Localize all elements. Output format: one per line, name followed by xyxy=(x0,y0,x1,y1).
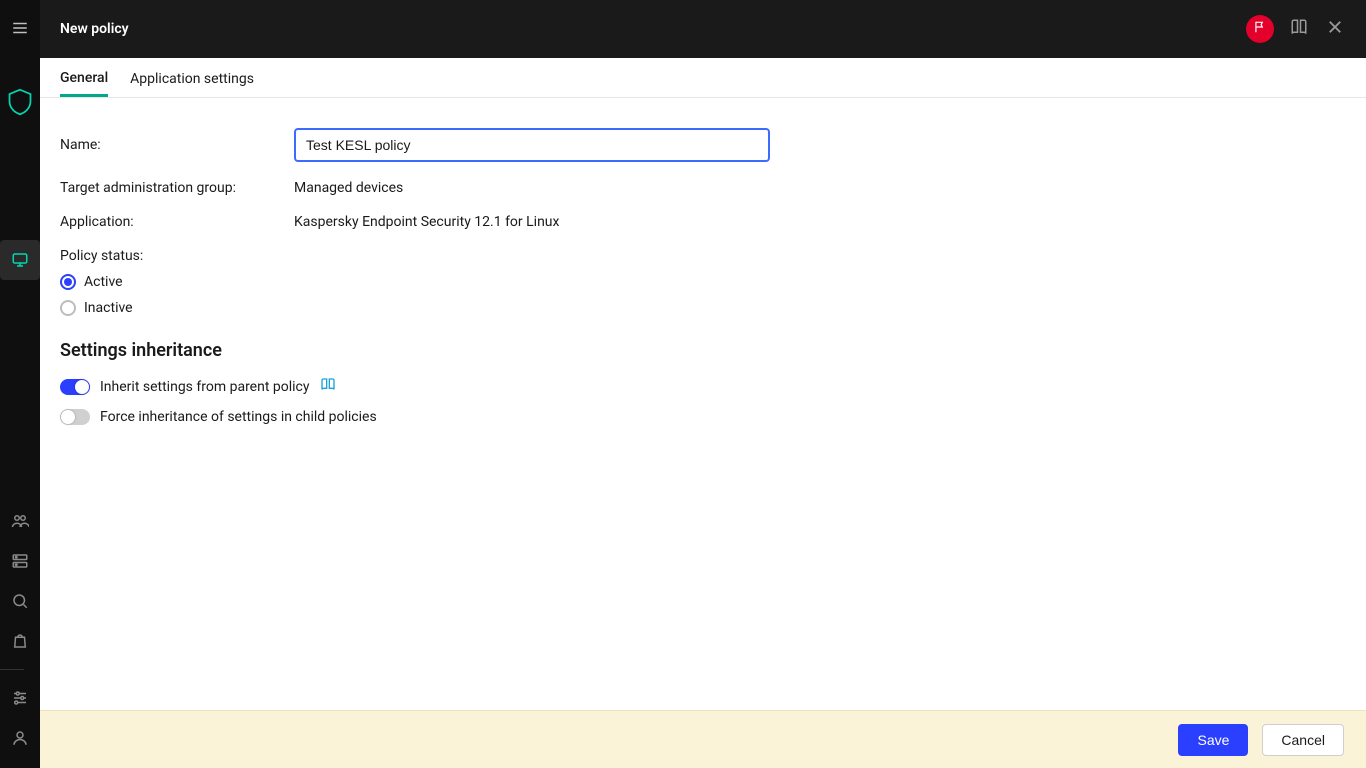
policy-status-block: Policy status: Active Inactive xyxy=(60,248,1346,316)
monitor-icon xyxy=(11,251,29,269)
rail-item-settings[interactable] xyxy=(0,678,40,718)
radio-indicator xyxy=(60,274,76,290)
flag-icon xyxy=(1253,20,1267,38)
toggle-inherit-parent: Inherit settings from parent policy xyxy=(60,377,1346,397)
dialog-tabs: General Application settings xyxy=(40,58,1366,98)
users-icon xyxy=(11,512,29,530)
feedback-button[interactable] xyxy=(1246,15,1274,43)
help-button[interactable] xyxy=(1288,18,1310,40)
cancel-button[interactable]: Cancel xyxy=(1262,724,1344,756)
rail-item-server[interactable] xyxy=(0,541,40,581)
book-icon xyxy=(1290,18,1308,40)
tab-application-settings[interactable]: Application settings xyxy=(130,61,254,97)
label-target: Target administration group: xyxy=(60,180,294,196)
person-icon xyxy=(11,729,29,747)
toggle-label: Force inheritance of settings in child p… xyxy=(100,409,377,425)
radio-label: Active xyxy=(84,274,123,290)
new-policy-dialog: New policy General Application settings xyxy=(40,0,1366,768)
heading-settings-inheritance: Settings inheritance xyxy=(60,340,1346,361)
switch-inherit-parent[interactable] xyxy=(60,379,90,395)
row-name: Name: xyxy=(60,128,1346,162)
close-icon xyxy=(1326,18,1344,40)
value-application: Kaspersky Endpoint Security 12.1 for Lin… xyxy=(294,214,559,230)
radio-inactive[interactable]: Inactive xyxy=(60,300,1346,316)
rail-item-devices[interactable] xyxy=(0,240,40,280)
toggle-force-inherit: Force inheritance of settings in child p… xyxy=(60,409,1346,425)
sliders-icon xyxy=(11,689,29,707)
radio-label: Inactive xyxy=(84,300,133,316)
rail-item-users[interactable] xyxy=(0,501,40,541)
close-button[interactable] xyxy=(1324,18,1346,40)
tab-general[interactable]: General xyxy=(60,60,108,97)
app-logo xyxy=(6,88,34,120)
search-icon xyxy=(11,592,29,610)
server-icon xyxy=(11,552,29,570)
radio-indicator xyxy=(60,300,76,316)
radio-active[interactable]: Active xyxy=(60,274,1346,290)
menu-icon xyxy=(11,19,29,37)
row-target: Target administration group: Managed dev… xyxy=(60,180,1346,196)
policy-name-input[interactable] xyxy=(294,128,770,162)
save-button[interactable]: Save xyxy=(1178,724,1248,756)
label-name: Name: xyxy=(60,137,294,153)
rail-lower-group xyxy=(0,501,40,768)
value-target: Managed devices xyxy=(294,180,403,196)
label-policy-status: Policy status: xyxy=(60,248,1346,264)
tab-label: General xyxy=(60,70,108,86)
dialog-content: Name: Target administration group: Manag… xyxy=(40,98,1366,710)
dialog-header-actions xyxy=(1246,15,1346,43)
rail-item-search[interactable] xyxy=(0,581,40,621)
left-rail xyxy=(0,0,40,768)
row-application: Application: Kaspersky Endpoint Security… xyxy=(60,214,1346,230)
menu-button[interactable] xyxy=(0,8,40,48)
dialog-footer: Save Cancel xyxy=(40,710,1366,768)
rail-item-account[interactable] xyxy=(0,718,40,758)
dialog-title: New policy xyxy=(60,21,129,37)
button-label: Cancel xyxy=(1281,732,1325,748)
rail-item-bag[interactable] xyxy=(0,621,40,661)
switch-force-inherit[interactable] xyxy=(60,409,90,425)
bag-icon xyxy=(11,632,29,650)
dialog-header: New policy xyxy=(40,0,1366,58)
label-application: Application: xyxy=(60,214,294,230)
rail-divider xyxy=(0,669,24,670)
toggle-label: Inherit settings from parent policy xyxy=(100,379,310,395)
help-book-icon xyxy=(320,377,336,397)
tab-label: Application settings xyxy=(130,71,254,87)
help-link-inherit[interactable] xyxy=(320,377,336,397)
button-label: Save xyxy=(1197,732,1229,748)
